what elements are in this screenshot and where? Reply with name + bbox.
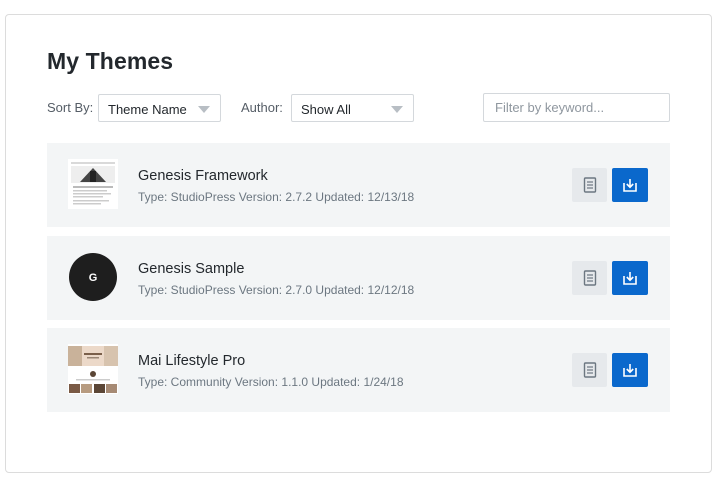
author-value: Show All xyxy=(301,102,351,117)
theme-row: G Genesis Sample Type: StudioPress Versi… xyxy=(47,236,670,320)
theme-meta: Type: Community Version: 1.1.0 Updated: … xyxy=(138,375,404,389)
theme-name: Mai Lifestyle Pro xyxy=(138,353,246,369)
author-select[interactable]: Show All xyxy=(291,94,414,122)
document-icon xyxy=(583,270,596,286)
chevron-down-icon xyxy=(391,106,403,113)
theme-download-button[interactable] xyxy=(612,353,648,387)
theme-details-button[interactable] xyxy=(572,353,607,387)
download-icon xyxy=(623,364,637,377)
keyword-filter-input[interactable] xyxy=(483,93,670,122)
sort-by-label: Sort By: xyxy=(47,100,94,115)
document-icon xyxy=(583,362,596,378)
genesis-logo-letter: G xyxy=(89,272,98,284)
sort-by-value: Theme Name xyxy=(108,102,187,117)
theme-name: Genesis Framework xyxy=(138,168,268,184)
theme-download-button[interactable] xyxy=(612,261,648,295)
mai-lifestyle-screenshot-icon xyxy=(68,344,118,394)
download-icon xyxy=(623,179,637,192)
download-icon xyxy=(623,272,637,285)
theme-meta: Type: StudioPress Version: 2.7.2 Updated… xyxy=(138,190,415,204)
chevron-down-icon xyxy=(198,106,210,113)
page-title: My Themes xyxy=(47,48,174,74)
genesis-logo-circle-icon: G xyxy=(68,252,118,302)
genesis-framework-screenshot-icon xyxy=(68,159,118,209)
theme-name: Genesis Sample xyxy=(138,261,245,277)
theme-row: Genesis Framework Type: StudioPress Vers… xyxy=(47,143,670,227)
author-label: Author: xyxy=(241,100,283,115)
theme-row: Mai Lifestyle Pro Type: Community Versio… xyxy=(47,328,670,412)
theme-download-button[interactable] xyxy=(612,168,648,202)
theme-details-button[interactable] xyxy=(572,261,607,295)
theme-meta: Type: StudioPress Version: 2.7.0 Updated… xyxy=(138,283,415,297)
theme-details-button[interactable] xyxy=(572,168,607,202)
sort-by-select[interactable]: Theme Name xyxy=(98,94,221,122)
document-icon xyxy=(583,177,596,193)
